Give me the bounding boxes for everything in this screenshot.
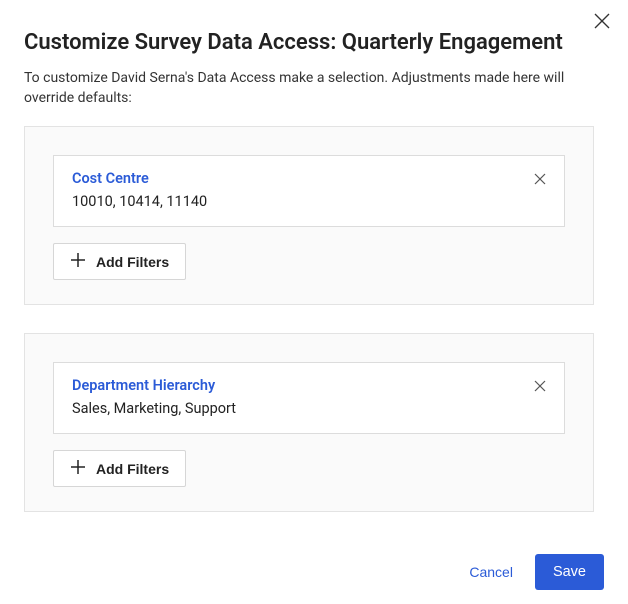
add-filters-label: Add Filters bbox=[96, 254, 169, 270]
add-filters-button[interactable]: Add Filters bbox=[53, 450, 186, 487]
filter-card[interactable]: Department Hierarchy Sales, Marketing, S… bbox=[53, 362, 565, 434]
filter-label: Cost Centre bbox=[72, 170, 546, 187]
filter-values: 10010, 10414, 11140 bbox=[72, 193, 546, 210]
dialog-close-button[interactable] bbox=[588, 8, 616, 36]
filter-values: Sales, Marketing, Support bbox=[72, 400, 546, 417]
add-filters-label: Add Filters bbox=[96, 461, 169, 477]
plus-icon bbox=[70, 252, 86, 271]
remove-filter-button[interactable] bbox=[530, 377, 550, 397]
filter-label: Department Hierarchy bbox=[72, 377, 546, 394]
filter-card[interactable]: Cost Centre 10010, 10414, 11140 bbox=[53, 155, 565, 227]
filter-section-cost-centre: Cost Centre 10010, 10414, 11140 Add bbox=[24, 126, 594, 305]
dialog-title: Customize Survey Data Access: Quarterly … bbox=[24, 30, 604, 55]
dialog-subtitle: To customize David Serna's Data Access m… bbox=[24, 69, 584, 108]
dialog-scroll-area[interactable]: Cost Centre 10010, 10414, 11140 Add bbox=[24, 126, 604, 521]
cancel-button[interactable]: Cancel bbox=[469, 564, 513, 580]
dialog-footer: Cancel Save bbox=[0, 540, 628, 604]
close-icon bbox=[534, 173, 546, 188]
close-icon bbox=[534, 380, 546, 395]
plus-icon bbox=[70, 459, 86, 478]
add-filters-button[interactable]: Add Filters bbox=[53, 243, 186, 280]
save-button[interactable]: Save bbox=[535, 554, 604, 590]
customize-data-access-dialog: Customize Survey Data Access: Quarterly … bbox=[0, 0, 628, 604]
close-icon bbox=[594, 13, 610, 32]
filter-section-department-hierarchy: Department Hierarchy Sales, Marketing, S… bbox=[24, 333, 594, 512]
remove-filter-button[interactable] bbox=[530, 170, 550, 190]
